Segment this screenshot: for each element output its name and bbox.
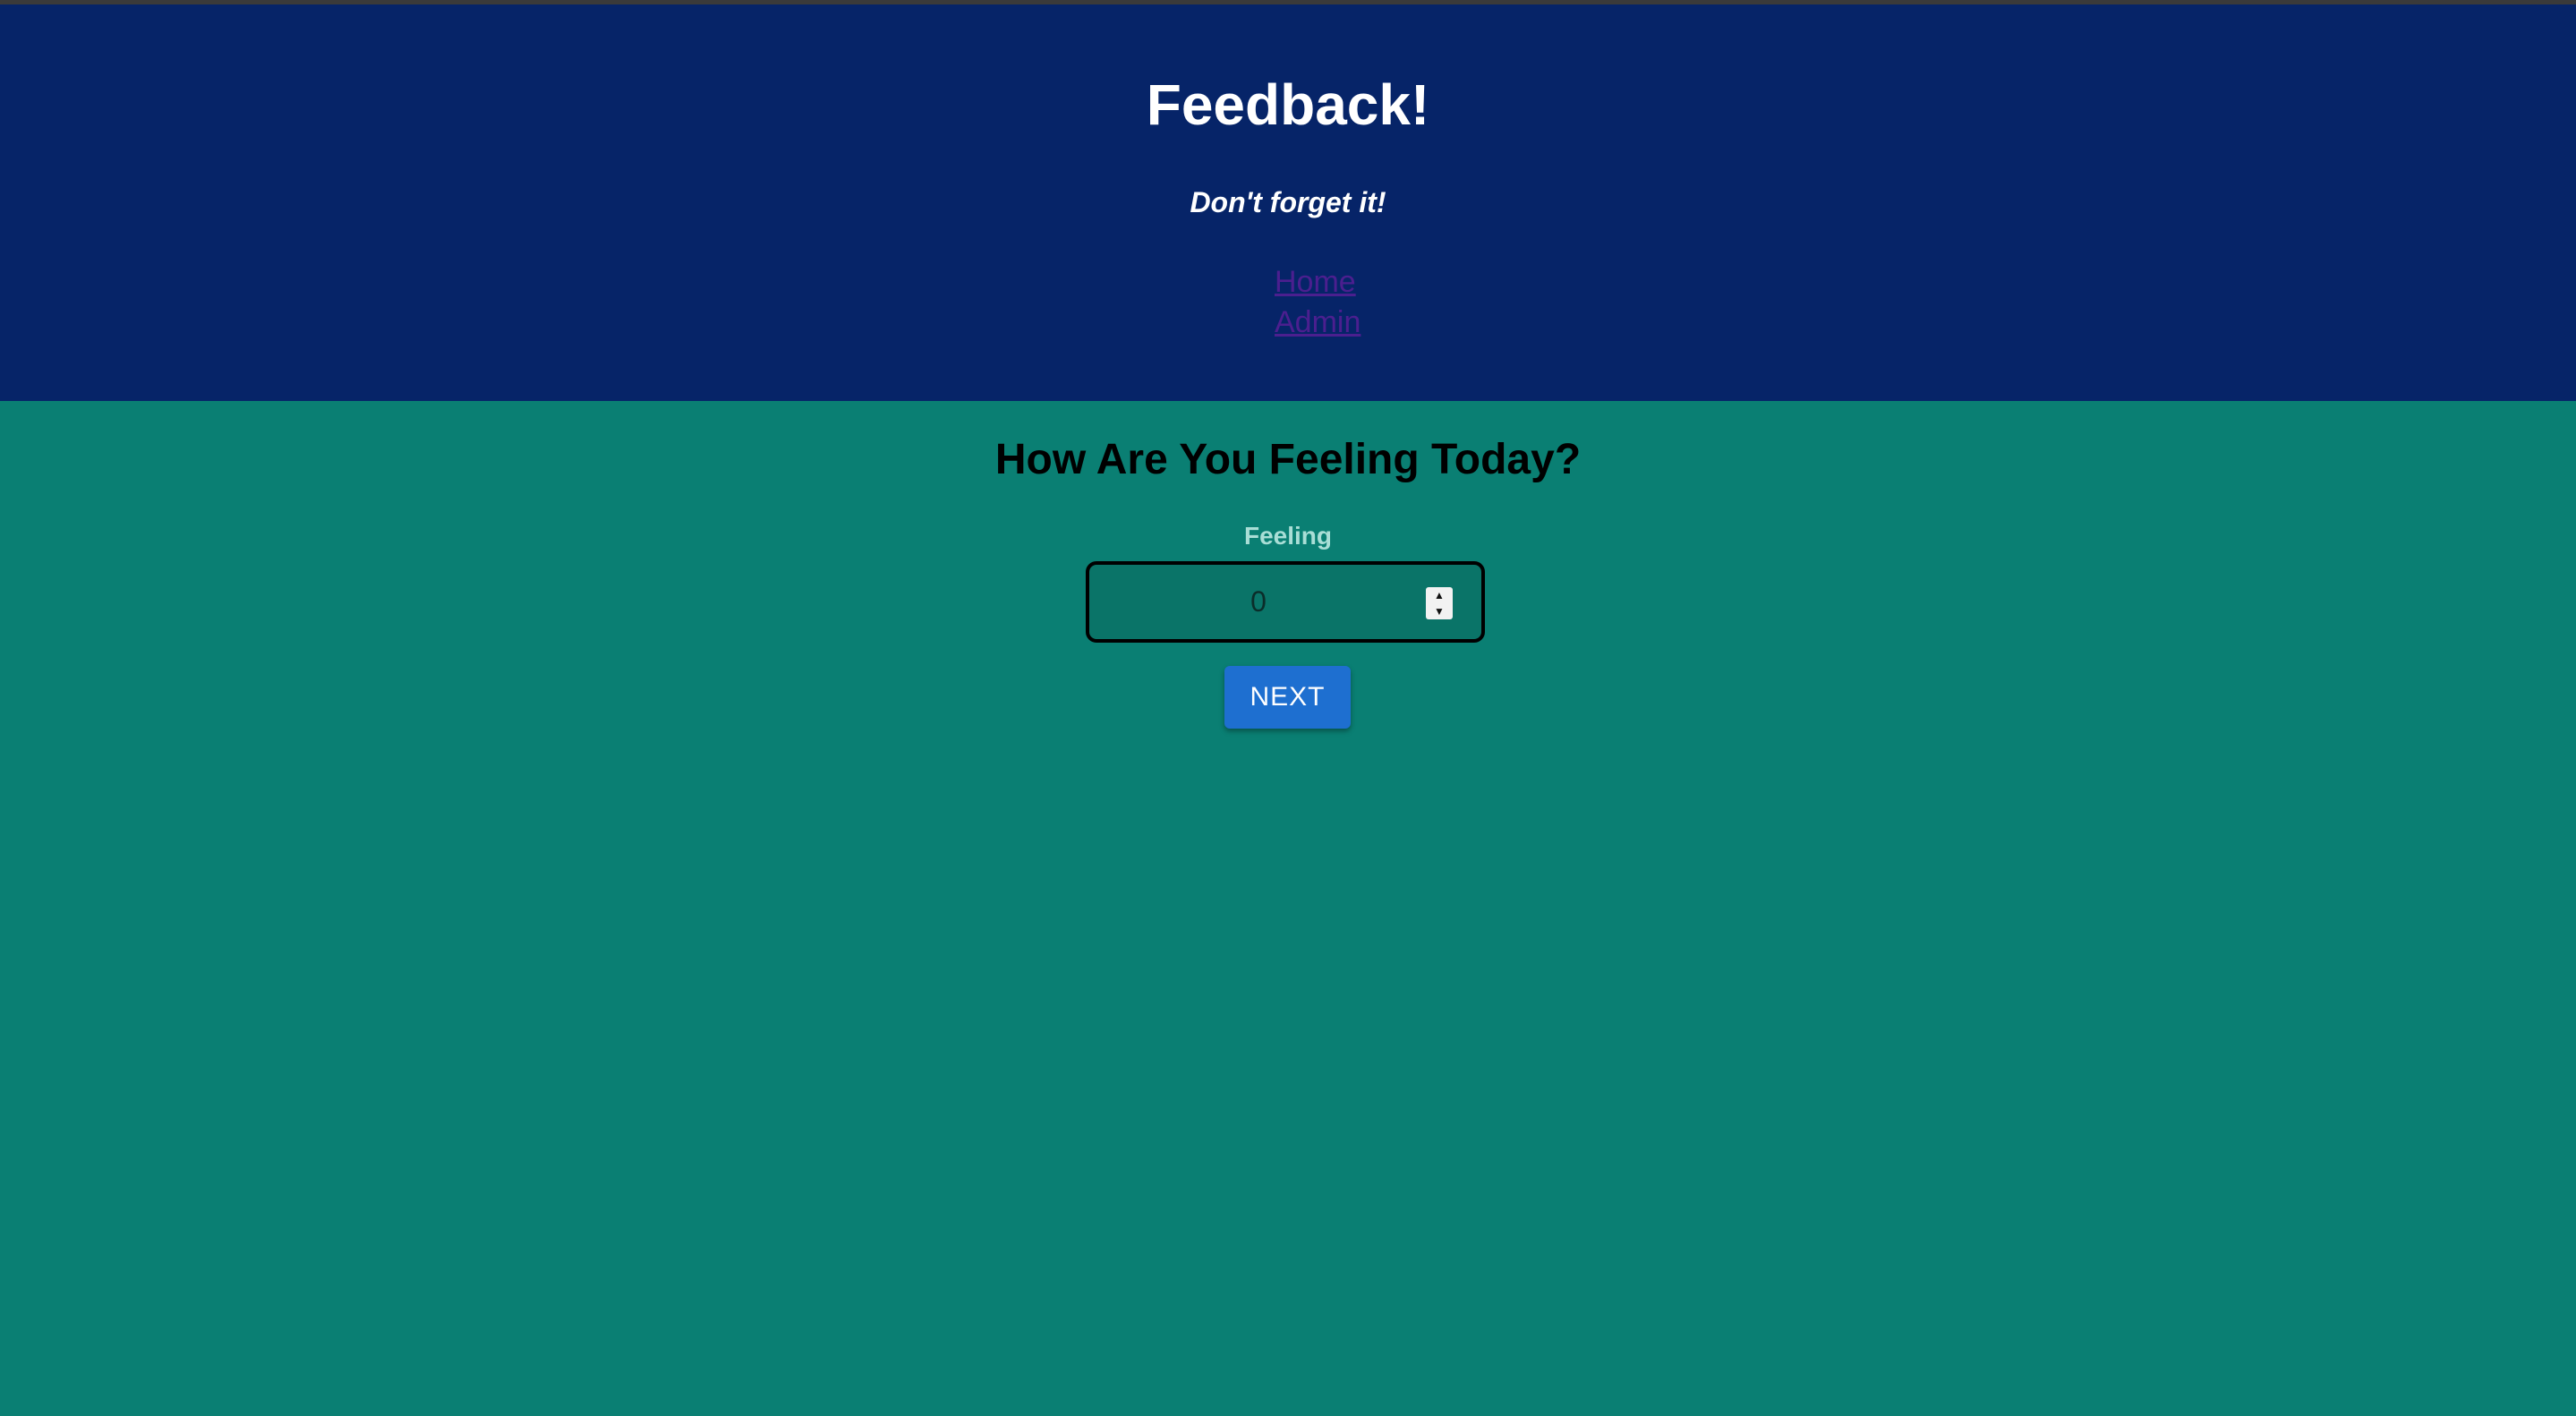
nav-link-admin[interactable]: Admin: [1275, 303, 1361, 343]
page-header: Feedback! Don't forget it! Home Admin: [0, 4, 2576, 401]
feeling-input-box[interactable]: ▲ ▼: [1086, 561, 1485, 643]
next-button[interactable]: NEXT: [1224, 666, 1351, 729]
nav-link-home[interactable]: Home: [1275, 262, 1361, 303]
feeling-question-heading: How Are You Feeling Today?: [994, 436, 1582, 483]
app-title: Feedback!: [1146, 73, 1430, 137]
stepper-down-icon[interactable]: ▼: [1426, 603, 1453, 619]
feeling-field-label: Feeling: [1243, 522, 1332, 550]
header-nav: Home Admin: [1275, 262, 1361, 343]
app-subtitle: Don't forget it!: [1190, 186, 1386, 218]
stepper-up-icon[interactable]: ▲: [1426, 587, 1453, 603]
number-stepper[interactable]: ▲ ▼: [1426, 587, 1453, 619]
feeling-number-input[interactable]: [1089, 565, 1481, 639]
